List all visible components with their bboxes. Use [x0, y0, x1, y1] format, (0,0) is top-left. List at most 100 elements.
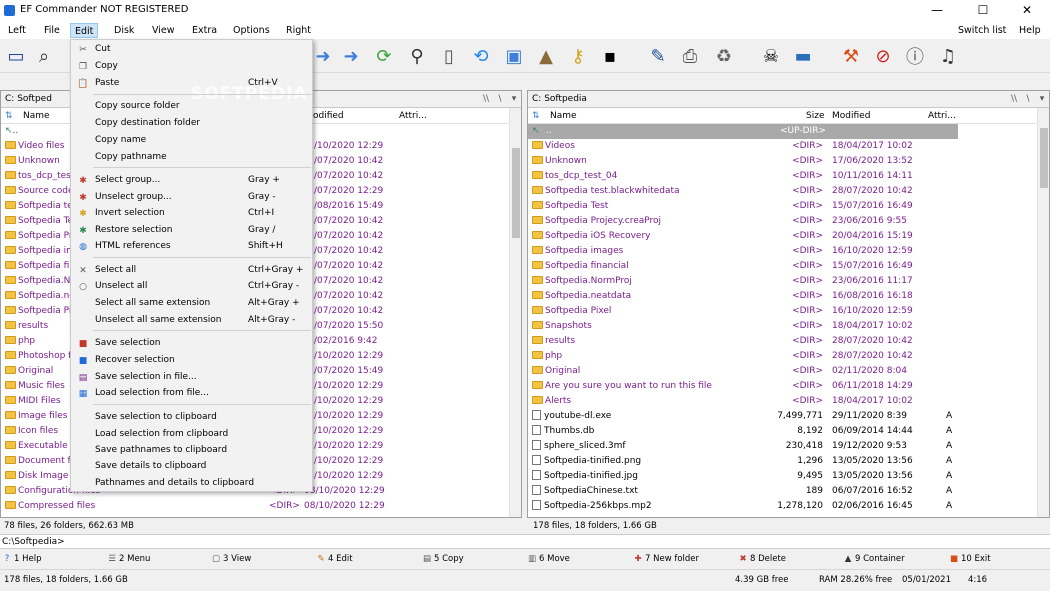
- fkey-7-button[interactable]: ✚ 7 New folder: [633, 554, 699, 564]
- edit-doc-icon[interactable]: ✎: [645, 43, 671, 69]
- fkey-8-button[interactable]: ✖ 8 Delete: [738, 554, 786, 564]
- find-icon[interactable]: ⚲: [404, 43, 430, 69]
- menu-item-load-selection-from-file[interactable]: ▦ Load selection from file...: [71, 385, 312, 401]
- table-row[interactable]: Softpedia Pixel <DIR> 16/10/2020 12:59: [528, 304, 1037, 319]
- right-parent-button[interactable]: \: [1021, 91, 1035, 107]
- right-scrollbar[interactable]: [1037, 108, 1049, 517]
- music-icon[interactable]: ♫: [935, 43, 961, 69]
- drive-icon[interactable]: ▭: [3, 43, 29, 69]
- right-drive[interactable]: C:: [532, 94, 541, 104]
- menu-item-invert-selection[interactable]: ✱ Invert selection Ctrl+I: [71, 205, 312, 221]
- table-row[interactable]: Softpedia.NormProj <DIR> 23/06/2016 11:17: [528, 274, 1037, 289]
- table-row[interactable]: Alerts <DIR> 18/04/2017 10:02: [528, 394, 1037, 409]
- menu-item-select-all-same-extension[interactable]: Select all same extension Alt+Gray +: [71, 295, 312, 311]
- skull-icon[interactable]: ☠: [758, 43, 784, 69]
- menu-extra[interactable]: Extra: [188, 23, 221, 38]
- table-row[interactable]: Are you sure you want to run this file <D…: [528, 379, 1037, 394]
- left-collapse-button[interactable]: ▾: [507, 91, 521, 107]
- left-scrollbar[interactable]: [509, 108, 521, 517]
- menu-view[interactable]: View: [148, 23, 179, 38]
- right-path-bar[interactable]: C: Softpedia \\ \ ▾: [528, 91, 1049, 108]
- mountain-icon[interactable]: ▲: [533, 43, 559, 69]
- right-panel[interactable]: C: Softpedia \\ \ ▾ ⇅ Name Size Modified…: [527, 90, 1050, 518]
- right-col-name[interactable]: Name: [550, 108, 577, 124]
- table-row[interactable]: php <DIR> 28/07/2020 10:42: [528, 349, 1037, 364]
- network-icon[interactable]: ▣: [501, 43, 527, 69]
- key-icon[interactable]: ⚷: [565, 43, 591, 69]
- minimize-button[interactable]: —: [914, 0, 960, 21]
- search-icon[interactable]: ⌕: [31, 43, 57, 69]
- menu-item-save-selection-in-file[interactable]: ▤ Save selection in file...: [71, 369, 312, 385]
- left-drive[interactable]: C:: [5, 94, 14, 104]
- table-row[interactable]: tos_dcp_test_04 <DIR> 10/11/2016 14:11: [528, 169, 1037, 184]
- table-row[interactable]: Softpedia-tinified.png 1,296 13/05/2020 13…: [528, 454, 1037, 469]
- menu-left[interactable]: Left: [4, 23, 30, 38]
- forward-arrow-icon[interactable]: ➜: [338, 43, 364, 69]
- tools-icon[interactable]: ⚒: [838, 43, 864, 69]
- table-row[interactable]: Softpedia financial <DIR> 15/07/2016 16:49: [528, 259, 1037, 274]
- menu-item-save-pathnames-to-clipboard[interactable]: Save pathnames to clipboard: [71, 442, 312, 458]
- table-row[interactable]: Original <DIR> 02/11/2020 8:04: [528, 364, 1037, 379]
- fkey-5-button[interactable]: ▤ 5 Copy: [422, 554, 464, 564]
- menu-file[interactable]: File: [40, 23, 64, 38]
- fkey-3-button[interactable]: ▢ 3 View: [211, 554, 251, 564]
- table-row[interactable]: Softpedia test.blackwhitedata <DIR> 28/07/…: [528, 184, 1037, 199]
- console-icon[interactable]: ▪: [597, 43, 623, 69]
- sync-icon[interactable]: ⟳: [371, 43, 397, 69]
- table-row[interactable]: results <DIR> 28/07/2020 10:42: [528, 334, 1037, 349]
- table-row[interactable]: Unknown <DIR> 17/06/2020 13:52: [528, 154, 1037, 169]
- trash-icon[interactable]: ♻: [711, 43, 737, 69]
- menu-switch-list[interactable]: Switch list: [954, 23, 1010, 38]
- menu-item-save-details-to-clipboard[interactable]: Save details to clipboard: [71, 458, 312, 474]
- right-scroll-thumb[interactable]: [1040, 128, 1048, 188]
- right-col-attr[interactable]: Attri...: [928, 108, 956, 124]
- table-row[interactable]: SoftpediaChinese.txt 189 06/07/2016 16:52 A: [528, 484, 1037, 499]
- fkey-1-button[interactable]: ? 1 Help: [2, 554, 42, 564]
- refresh-icon[interactable]: ⟲: [468, 43, 494, 69]
- menu-item-select-all[interactable]: ✕ Select all Ctrl+Gray +: [71, 262, 312, 278]
- menu-disk[interactable]: Disk: [110, 23, 138, 38]
- right-col-modified[interactable]: Modified: [832, 108, 870, 124]
- close-button[interactable]: ✕: [1004, 0, 1050, 21]
- left-root-button[interactable]: \\: [479, 91, 493, 107]
- menu-item-load-selection-from-clipboard[interactable]: Load selection from clipboard: [71, 426, 312, 442]
- left-col-name[interactable]: Name: [23, 108, 50, 124]
- menu-item-html-references[interactable]: ◍ HTML references Shift+H: [71, 238, 312, 254]
- menu-item-paste[interactable]: 📋 Paste Ctrl+V: [71, 75, 312, 91]
- command-line[interactable]: C:\Softpedia>: [0, 534, 1050, 549]
- right-col-size[interactable]: Size: [806, 108, 824, 124]
- menu-item-copy-source-folder[interactable]: Copy source folder: [71, 98, 312, 114]
- back-arrow-icon[interactable]: ➜: [310, 43, 336, 69]
- menu-item-copy[interactable]: ❐ Copy: [71, 58, 312, 74]
- right-root-button[interactable]: \\: [1007, 91, 1021, 107]
- menu-item-unselect-all-same-extension[interactable]: Unselect all same extension Alt+Gray -: [71, 312, 312, 328]
- table-row[interactable]: Softpedia Projecy.creaProj <DIR> 23/06/201…: [528, 214, 1037, 229]
- document-icon[interactable]: ▯: [436, 43, 462, 69]
- table-row[interactable]: Softpedia-256kbps.mp2 1,278,120 02/06/2016…: [528, 499, 1037, 514]
- table-row[interactable]: Compressed files <DIR> 08/10/2020 12:29: [1, 499, 509, 514]
- menu-item-recover-selection[interactable]: ■ Recover selection: [71, 352, 312, 368]
- menu-item-save-selection-to-clipboard[interactable]: Save selection to clipboard: [71, 409, 312, 425]
- menu-item-copy-name[interactable]: Copy name: [71, 132, 312, 148]
- disk-info-icon[interactable]: ⓘ: [902, 43, 928, 69]
- menu-item-pathnames-and-details-to-clipboard[interactable]: Pathnames and details to clipboard: [71, 475, 312, 491]
- fkey-6-button[interactable]: ▥ 6 Move: [527, 554, 570, 564]
- fkey-10-button[interactable]: ■ 10 Exit: [949, 554, 991, 564]
- fkey-2-button[interactable]: ☰ 2 Menu: [107, 554, 150, 564]
- menu-item-cut[interactable]: ✂ Cut: [71, 41, 312, 57]
- table-row[interactable]: Thumbs.db 8,192 06/09/2014 14:44 A: [528, 424, 1037, 439]
- menu-options[interactable]: Options: [229, 23, 274, 38]
- menu-right[interactable]: Right: [282, 23, 315, 38]
- table-row[interactable]: Softpedia Test <DIR> 15/07/2016 16:49: [528, 199, 1037, 214]
- table-row[interactable]: youtube-dl.exe 7,499,771 29/11/2020 8:39 A: [528, 409, 1037, 424]
- left-col-attr[interactable]: Attri...: [399, 108, 427, 124]
- up-dir-row[interactable]: ↖.. <UP-DIR>: [528, 124, 958, 139]
- table-row[interactable]: Softpedia.neatdata <DIR> 16/08/2016 16:18: [528, 289, 1037, 304]
- left-scroll-thumb[interactable]: [512, 148, 520, 238]
- table-row[interactable]: Softpedia images <DIR> 16/10/2020 12:59: [528, 244, 1037, 259]
- table-row[interactable]: sphere_sliced.3mf 230,418 19/12/2020 9:53 A: [528, 439, 1037, 454]
- menu-item-select-group[interactable]: ✱ Select group... Gray +: [71, 172, 312, 188]
- table-row[interactable]: Softpedia-tinified.jpg 9,495 13/05/2020 13…: [528, 469, 1037, 484]
- right-file-list[interactable]: ↖.. <UP-DIR> Videos <DIR> 18/04/2017 10:02 Un…: [528, 124, 1037, 517]
- table-row[interactable]: Videos <DIR> 18/04/2017 10:02: [528, 139, 1037, 154]
